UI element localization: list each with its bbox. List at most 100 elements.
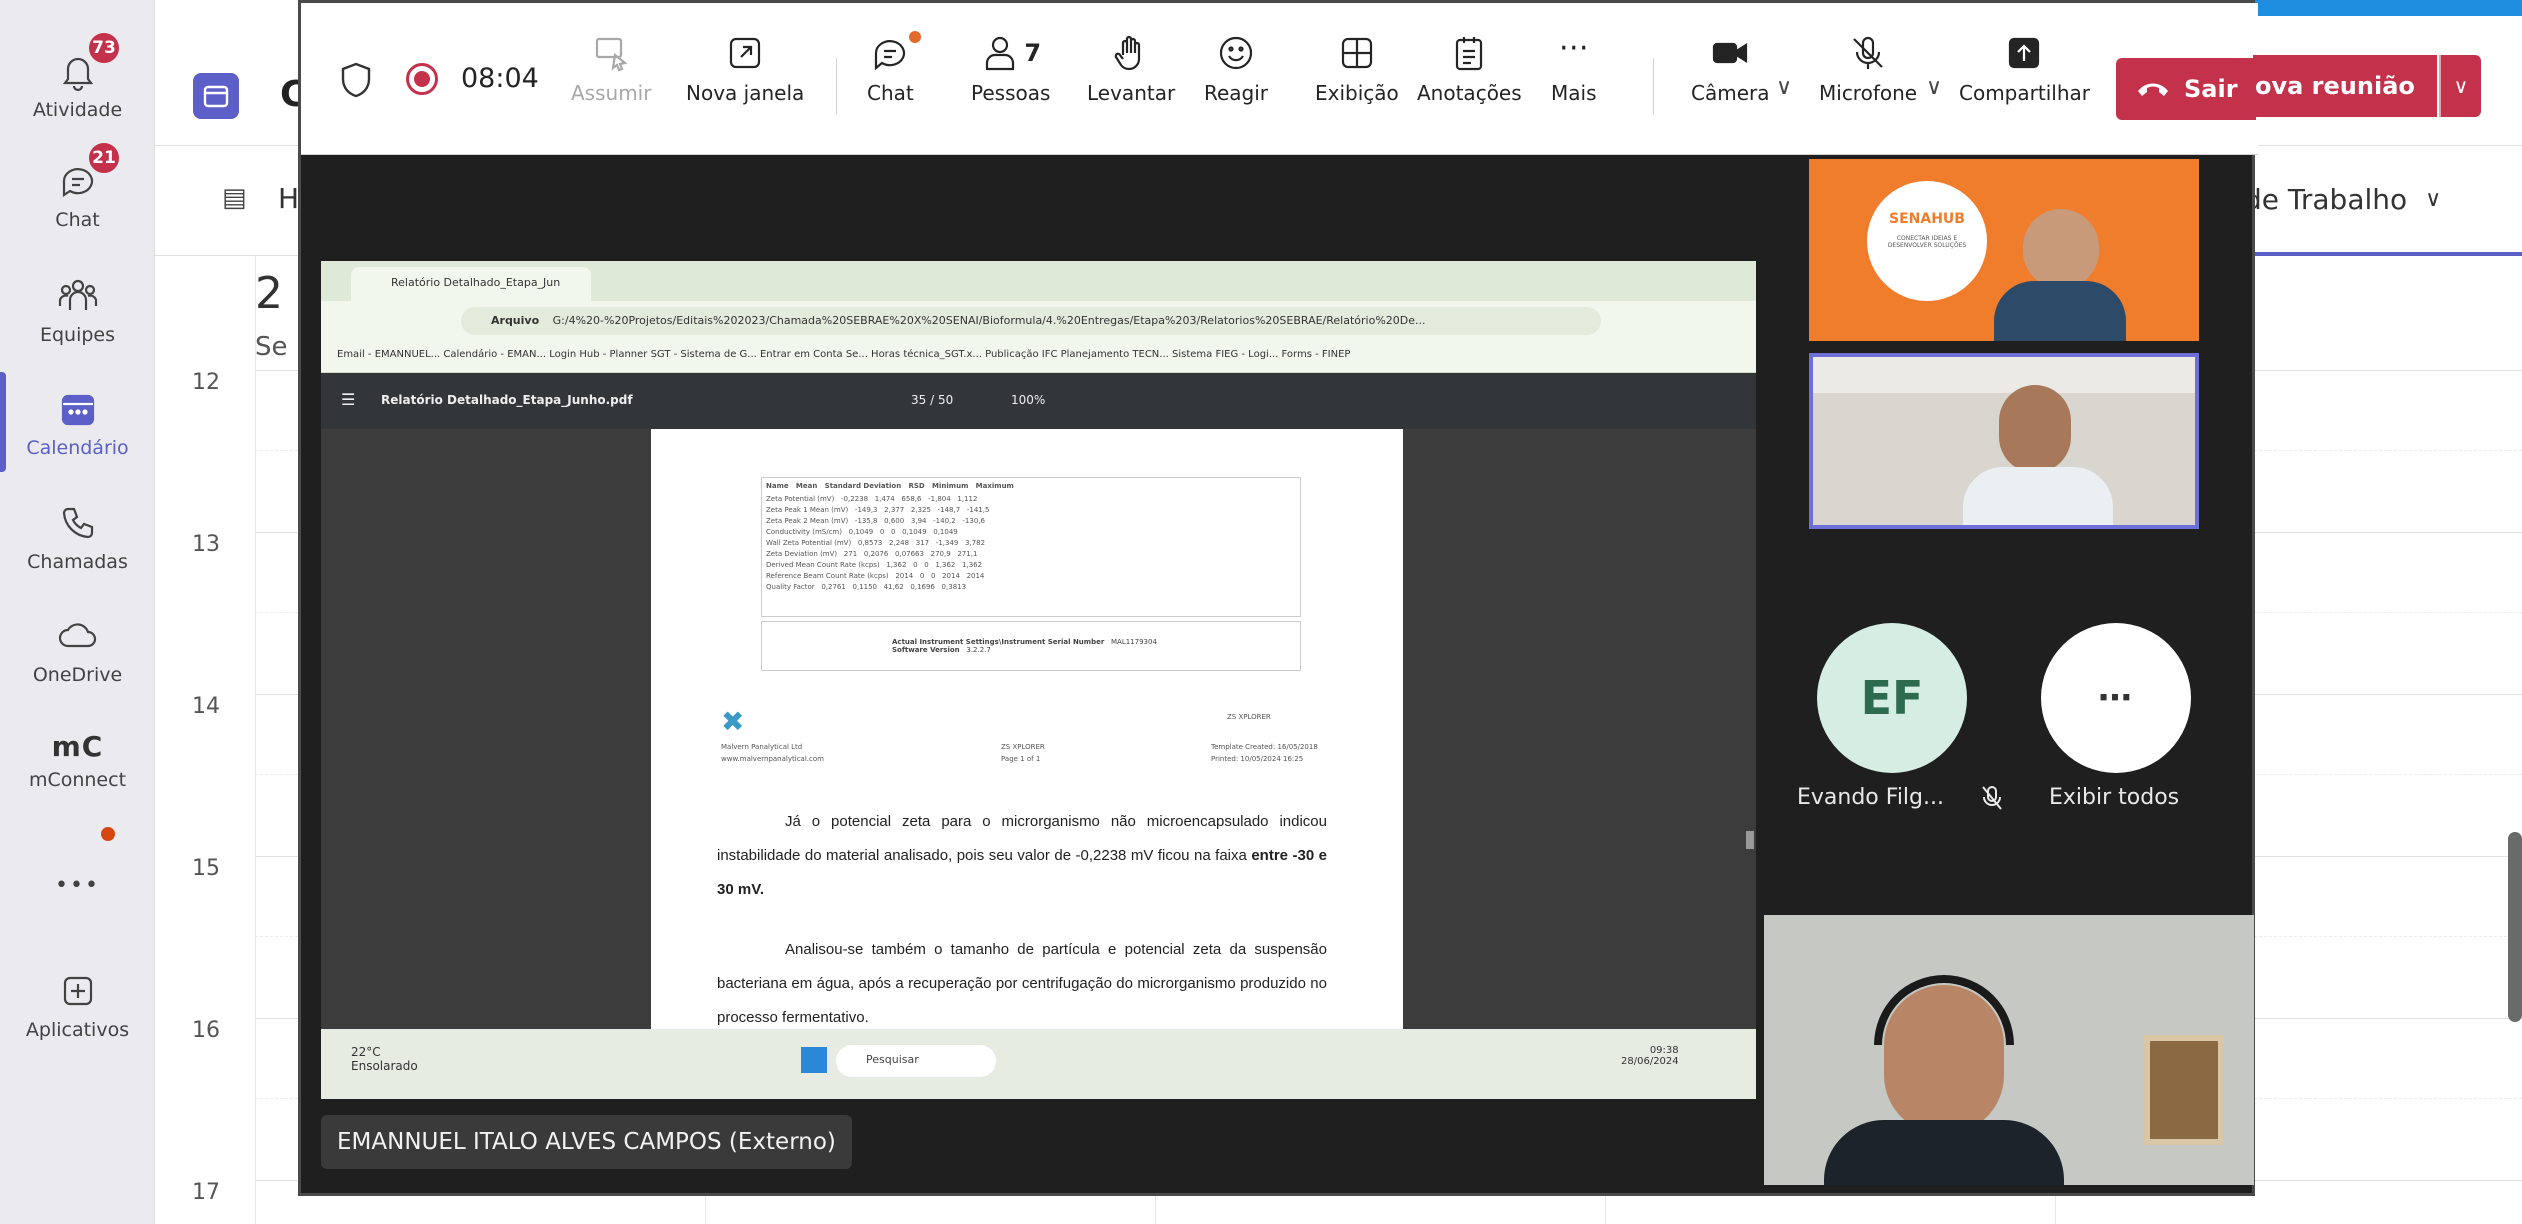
notes-button[interactable]: Anotações bbox=[1417, 33, 1522, 143]
pdf-scrollbar bbox=[1746, 831, 1754, 849]
day-number: 2 bbox=[255, 268, 283, 319]
react-button[interactable]: Reagir bbox=[1204, 33, 1268, 143]
more-button[interactable]: ⋯ Mais bbox=[1551, 33, 1597, 143]
footer-page: Page 1 of 1 bbox=[1001, 755, 1041, 763]
take-control-button[interactable]: Assumir bbox=[571, 33, 651, 143]
toolbar-separator bbox=[1653, 58, 1654, 114]
share-button[interactable]: Compartilhar bbox=[1959, 33, 2090, 143]
rail-item-mconnect[interactable]: mC mConnect bbox=[0, 705, 155, 815]
browser-tab: Relatório Detalhado_Etapa_Jun bbox=[351, 267, 591, 301]
participant-body bbox=[1963, 467, 2113, 525]
url-field: Arquivo G:/4%20-%20Projetos/Editais%2020… bbox=[461, 307, 1601, 335]
windows-taskbar: 22°C Ensolarado Pesquisar 09:38 28/06/20… bbox=[321, 1029, 1756, 1099]
activity-badge: 73 bbox=[86, 30, 122, 66]
pop-out-icon bbox=[730, 37, 761, 69]
rail-item-calls[interactable]: Chamadas bbox=[0, 482, 155, 592]
raise-hand-button[interactable]: Levantar bbox=[1087, 33, 1175, 143]
show-all-label: Exibir todos bbox=[2049, 785, 2180, 810]
windows-start-icon bbox=[801, 1047, 827, 1073]
view-button[interactable]: Exibição bbox=[1315, 33, 1399, 143]
shared-screen: Relatório Detalhado_Etapa_Jun Arquivo G:… bbox=[321, 261, 1756, 1099]
layout-icon bbox=[1341, 37, 1372, 69]
hour-label: 13 bbox=[192, 532, 220, 557]
people-icon bbox=[986, 36, 1015, 71]
today-icon[interactable]: ▤ bbox=[222, 183, 247, 213]
footer-code: ZS XPLORER bbox=[1001, 743, 1045, 751]
participant-video-tile[interactable]: SENAHUB CONECTAR IDEIAS E DESENVOLVER SO… bbox=[1809, 159, 2199, 341]
chat-button[interactable]: Chat bbox=[867, 33, 914, 143]
participant-face bbox=[1999, 385, 2071, 473]
instrument-table: Actual Instrument Settings\Instrument Se… bbox=[761, 621, 1301, 671]
rail-item-more[interactable]: ••• bbox=[0, 820, 155, 930]
show-all-button[interactable]: ⋯ bbox=[2041, 623, 2191, 773]
pdf-page-counter: 35 / 50 bbox=[911, 393, 954, 407]
hour-label: 14 bbox=[192, 694, 220, 719]
recording-icon bbox=[406, 63, 438, 95]
smile-icon bbox=[1219, 36, 1253, 70]
browser-tab-strip: Relatório Detalhado_Etapa_Jun bbox=[321, 261, 1756, 301]
teams-icon bbox=[58, 279, 97, 310]
mic-off-icon bbox=[1853, 36, 1883, 69]
notes-icon bbox=[1456, 37, 1483, 71]
new-window-button[interactable]: Nova janela bbox=[686, 33, 804, 143]
camera-icon bbox=[1713, 42, 1748, 64]
people-count: 7 bbox=[1024, 39, 1042, 67]
mic-options-chevron[interactable]: ∨ bbox=[1926, 75, 1942, 100]
mconnect-logo: mC bbox=[51, 729, 104, 763]
view-selector[interactable]: de Trabalho ∨ bbox=[2242, 146, 2522, 256]
rail-item-activity[interactable]: Atividade bbox=[0, 30, 155, 140]
microphone-button[interactable]: Microfone bbox=[1819, 33, 1917, 143]
senahub-badge: SENAHUB CONECTAR IDEIAS E DESENVOLVER SO… bbox=[1867, 181, 1987, 301]
mic-off-icon bbox=[1982, 786, 2002, 810]
rail-item-calendar[interactable]: Calendário bbox=[0, 368, 155, 478]
rail-item-apps[interactable]: Aplicativos bbox=[0, 950, 155, 1060]
people-button[interactable]: 7 Pessoas bbox=[971, 33, 1050, 143]
rail-item-chat[interactable]: Chat bbox=[0, 140, 155, 250]
more-icon: ⋯ bbox=[1558, 30, 1589, 65]
malvern-logo-icon: ✖ bbox=[721, 705, 745, 738]
participant-body bbox=[1824, 1120, 2064, 1185]
hand-icon bbox=[1114, 35, 1141, 71]
taskbar-search: Pesquisar bbox=[836, 1045, 996, 1077]
meeting-info-button[interactable] bbox=[339, 61, 373, 103]
taskbar-clock: 09:38 28/06/2024 bbox=[1621, 1045, 1679, 1067]
participant-face bbox=[2023, 209, 2099, 289]
headset-icon bbox=[1874, 975, 2014, 1045]
participant-video-tile[interactable] bbox=[1809, 353, 2199, 529]
pdf-page: Name Mean Standard Deviation RSD Minimum… bbox=[651, 429, 1403, 1029]
chat-unread-dot bbox=[909, 31, 921, 43]
footer-created: Template Created: 16/05/2018 bbox=[1211, 743, 1318, 751]
hang-up-icon bbox=[2138, 83, 2168, 96]
footer-printed: Printed: 10/05/2024 16:25 bbox=[1211, 755, 1304, 763]
day-column-line bbox=[255, 256, 256, 1224]
rail-item-onedrive[interactable]: OneDrive bbox=[0, 595, 155, 705]
hour-label: 16 bbox=[192, 1018, 220, 1043]
leave-button[interactable]: Sair bbox=[2116, 58, 2256, 120]
chat-icon bbox=[875, 40, 906, 71]
more-icon: ••• bbox=[55, 872, 100, 898]
rail-item-teams[interactable]: Equipes bbox=[0, 255, 155, 365]
leave-options-chevron[interactable]: ∨ bbox=[2439, 55, 2481, 117]
wall-picture bbox=[2144, 1035, 2224, 1145]
pdf-paragraph: Já o potencial zeta para o microrganismo… bbox=[717, 813, 1327, 898]
meeting-window: 08:04 Assumir Nova janela Chat 7 Pessoas… bbox=[298, 0, 2258, 1196]
meeting-timer: 08:04 bbox=[461, 63, 539, 94]
footer-site: www.malvernpanalytical.com bbox=[721, 755, 824, 763]
leave-button-label[interactable]: ova reunião bbox=[2253, 55, 2437, 117]
app-rail: Atividade 73 Chat 21 Equipes Calendário … bbox=[0, 0, 155, 1224]
presenter-name-label: EMANNUEL ITALO ALVES CAMPOS (Externo) bbox=[321, 1115, 852, 1169]
participant-avatar[interactable]: EF bbox=[1817, 623, 1967, 773]
meeting-toolbar: 08:04 Assumir Nova janela Chat 7 Pessoas… bbox=[301, 3, 2258, 155]
self-video-tile[interactable] bbox=[1764, 915, 2254, 1185]
pdf-paragraph: Analisou-se também o tamanho de partícul… bbox=[717, 941, 1327, 1026]
today-button[interactable]: H bbox=[278, 182, 299, 215]
camera-options-chevron[interactable]: ∨ bbox=[1776, 75, 1792, 100]
pdf-title: Relatório Detalhado_Etapa_Junho.pdf bbox=[381, 393, 633, 407]
calendar-app-icon bbox=[193, 73, 239, 119]
calendar-scrollbar[interactable] bbox=[2508, 832, 2522, 1022]
camera-button[interactable]: Câmera bbox=[1691, 33, 1770, 143]
toolbar-separator bbox=[836, 58, 837, 114]
footer-brand: ZS XPLORER bbox=[1227, 713, 1271, 721]
hour-label: 17 bbox=[192, 1180, 220, 1205]
phone-icon bbox=[62, 507, 93, 539]
